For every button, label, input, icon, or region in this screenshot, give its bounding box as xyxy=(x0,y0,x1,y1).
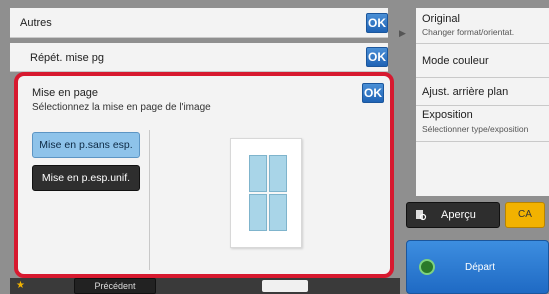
option-espace-uniforme-button[interactable]: Mise en p.esp.unif. xyxy=(32,165,140,191)
depart-button[interactable]: Départ xyxy=(406,240,549,294)
exposition-sub: Sélectionner type/exposition xyxy=(422,124,529,134)
option-sans-espace-button[interactable]: Mise en p.sans esp. xyxy=(32,132,140,158)
repet-mise-pg-row[interactable]: Répét. mise pg OK xyxy=(10,43,388,72)
apercu-label: Aperçu xyxy=(441,209,476,221)
settings-panel: Original Changer format/orientat. Mode c… xyxy=(416,8,549,196)
dialog-subtitle: Sélectionnez la mise en page de l'image xyxy=(32,102,211,113)
original-label: Original xyxy=(422,13,460,25)
depart-label: Départ xyxy=(465,262,496,273)
expand-arrow-icon[interactable]: ▶ xyxy=(399,28,406,39)
autres-row[interactable]: Autres OK xyxy=(10,8,388,38)
scroll-handle[interactable] xyxy=(262,280,308,292)
page-cell xyxy=(269,194,287,231)
repet-mise-pg-label: Répét. mise pg xyxy=(30,52,104,64)
exposition-label: Exposition xyxy=(422,109,473,121)
star-icon[interactable]: ★ xyxy=(16,280,25,291)
four-page-layout-icon xyxy=(249,155,287,231)
divider xyxy=(149,130,150,270)
arriere-plan-setting[interactable]: Ajust. arrière plan xyxy=(416,78,549,106)
page-cell xyxy=(249,155,267,192)
dialog-ok-button[interactable]: OK xyxy=(362,83,384,103)
mode-couleur-label: Mode couleur xyxy=(422,55,489,67)
previous-button[interactable]: Précédent xyxy=(74,278,156,294)
preview-icon xyxy=(416,210,427,221)
arriere-plan-label: Ajust. arrière plan xyxy=(422,86,509,98)
ca-button[interactable]: CA xyxy=(505,202,545,228)
bottom-toolbar: ★ Précédent xyxy=(10,278,400,294)
dialog-title: Mise en page xyxy=(32,87,99,99)
apercu-button[interactable]: Aperçu xyxy=(406,202,500,228)
page-cell xyxy=(249,194,267,231)
start-icon xyxy=(419,259,435,275)
page-cell xyxy=(269,155,287,192)
autres-ok-button[interactable]: OK xyxy=(366,13,388,33)
original-setting[interactable]: Original Changer format/orientat. xyxy=(416,8,549,44)
autres-label: Autres xyxy=(20,17,52,29)
exposition-setting[interactable]: Exposition Sélectionner type/exposition xyxy=(416,106,549,142)
original-sub: Changer format/orientat. xyxy=(422,27,515,37)
mode-couleur-setting[interactable]: Mode couleur xyxy=(416,44,549,78)
layout-preview xyxy=(230,138,302,248)
mise-en-page-dialog: Mise en page Sélectionnez la mise en pag… xyxy=(14,72,394,278)
repet-mise-pg-ok-button[interactable]: OK xyxy=(366,47,388,67)
